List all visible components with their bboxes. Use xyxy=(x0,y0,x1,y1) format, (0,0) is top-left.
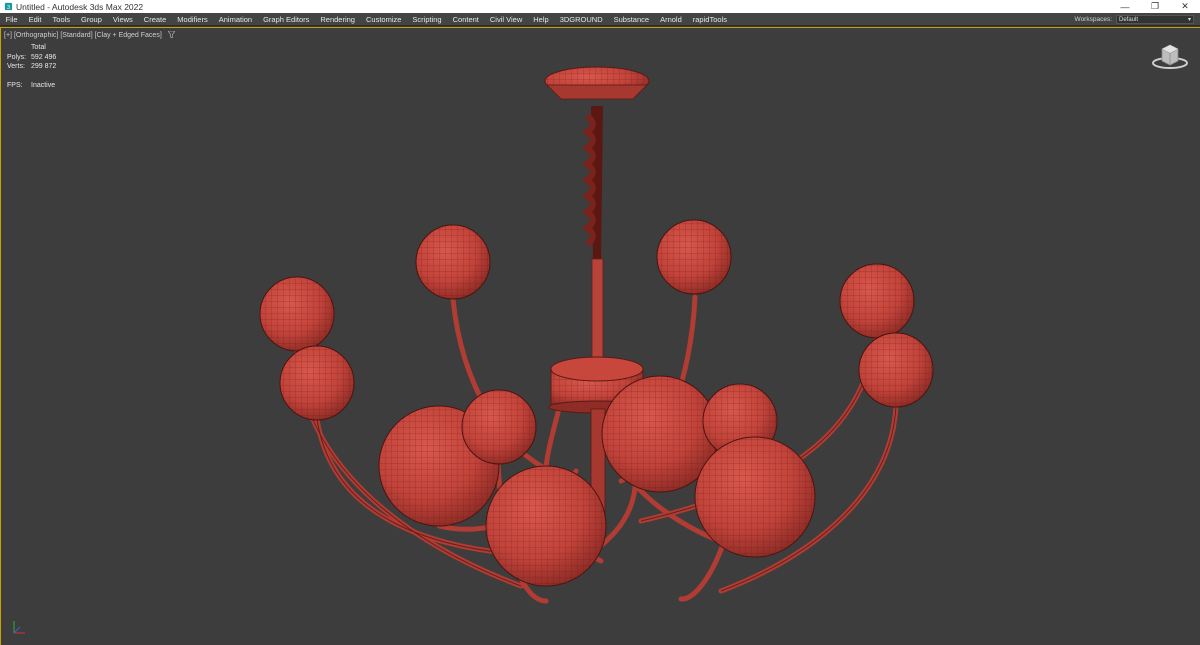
menu-edit[interactable]: Edit xyxy=(23,13,47,26)
menu-3dground[interactable]: 3DGROUND xyxy=(554,13,608,26)
workspace-label: Workspaces: xyxy=(1074,16,1112,23)
fps-label: FPS: xyxy=(7,81,23,89)
window-title: Untitled - Autodesk 3ds Max 2022 xyxy=(16,1,144,12)
viewport-point-of-view[interactable]: [Orthographic] xyxy=(14,32,58,39)
3dsmax-app-icon[interactable]: 3 xyxy=(3,2,13,12)
menu-rapidtools[interactable]: rapidTools xyxy=(687,13,732,26)
polys-value: 592 496 xyxy=(31,53,57,61)
restore-button[interactable]: ❐ xyxy=(1140,0,1170,13)
menu-scripting[interactable]: Scripting xyxy=(407,13,447,26)
workspace-dropdown[interactable]: Default ▾ xyxy=(1116,15,1194,24)
chain-rod xyxy=(581,106,604,368)
menu-tools[interactable]: Tools xyxy=(47,13,76,26)
viewport-label: [+] [Orthographic] [Standard] [Clay + Ed… xyxy=(4,30,176,40)
globe-sphere xyxy=(461,389,537,465)
menu-arnold[interactable]: Arnold xyxy=(655,13,688,26)
globe-sphere xyxy=(279,345,355,421)
polys-label: Polys: xyxy=(7,53,27,61)
stats-header: Total xyxy=(31,44,46,52)
window-controls: — ❐ ✕ xyxy=(1110,0,1200,13)
verts-label: Verts: xyxy=(7,63,25,71)
globe-sphere xyxy=(839,263,915,339)
axis-tripod-icon xyxy=(9,617,29,637)
menu-views[interactable]: Views xyxy=(107,13,138,26)
menu-customize[interactable]: Customize xyxy=(360,13,406,26)
chevron-down-icon: ▾ xyxy=(1187,17,1191,23)
viewport-menu-plus[interactable]: [+] xyxy=(4,32,12,39)
svg-text:3: 3 xyxy=(7,5,10,11)
menu-animation[interactable]: Animation xyxy=(213,13,257,26)
ceiling-canopy xyxy=(544,66,650,100)
menu-substance[interactable]: Substance xyxy=(608,13,654,26)
globe-sphere xyxy=(858,332,934,408)
viewcube-icon[interactable] xyxy=(1150,41,1190,71)
statistics-overlay: Total Polys: 592 496 Verts: 299 872 FPS:… xyxy=(7,43,56,90)
menu-file[interactable]: File xyxy=(0,13,23,26)
globe-sphere xyxy=(415,224,491,300)
globe-sphere xyxy=(485,465,607,587)
chandelier-model xyxy=(259,66,934,604)
menu-help[interactable]: Help xyxy=(528,13,554,26)
menu-group[interactable]: Group xyxy=(76,13,108,26)
globe-sphere xyxy=(259,276,335,352)
minimize-button[interactable]: — xyxy=(1110,0,1140,13)
viewport-display-mode[interactable]: [Clay + Edged Faces] xyxy=(95,32,162,39)
menu-bar: File Edit Tools Group Views Create Modif… xyxy=(0,13,1200,26)
menu-create[interactable]: Create xyxy=(138,13,172,26)
title-bar: 3 Untitled - Autodesk 3ds Max 2022 — ❐ ✕ xyxy=(0,0,1200,13)
menu-modifiers[interactable]: Modifiers xyxy=(172,13,213,26)
menu-graph-editors[interactable]: Graph Editors xyxy=(258,13,315,26)
filter-icon[interactable] xyxy=(167,30,176,40)
globe-sphere xyxy=(694,436,816,558)
viewport-perspective[interactable]: [+] [Orthographic] [Standard] [Clay + Ed… xyxy=(0,27,1200,645)
globe-sphere xyxy=(656,219,732,295)
workspace-selector: Workspaces: Default ▾ xyxy=(1075,13,1194,26)
viewport-shading-standard[interactable]: [Standard] xyxy=(60,32,92,39)
menu-content[interactable]: Content xyxy=(447,13,484,26)
menu-civil-view[interactable]: Civil View xyxy=(484,13,527,26)
verts-value: 299 872 xyxy=(31,63,57,71)
menu-rendering[interactable]: Rendering xyxy=(315,13,361,26)
close-button[interactable]: ✕ xyxy=(1170,0,1200,13)
fps-value: Inactive xyxy=(31,81,56,89)
workspace-value: Default xyxy=(1119,16,1139,23)
